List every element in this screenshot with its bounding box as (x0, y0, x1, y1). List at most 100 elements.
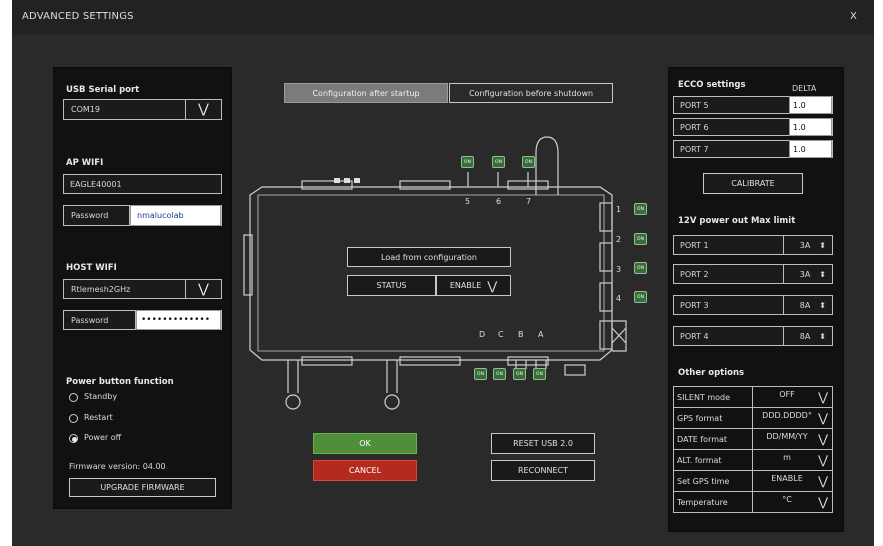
port-a-label: A (538, 330, 544, 339)
ecco-port-5-row: PORT 5 1.0 (673, 96, 833, 114)
port-6-on-button[interactable]: ON (492, 156, 505, 168)
other-option-select[interactable]: m ⋁ (752, 449, 833, 471)
other-option-name: DATE format (673, 428, 753, 450)
spinner-icon: ⬍ (819, 300, 826, 310)
port-b-label: B (518, 330, 524, 339)
power-port-4-value: 8A (799, 331, 811, 341)
radio-power-off-label: Power off (84, 433, 122, 442)
reset-usb-button[interactable]: RESET USB 2.0 (491, 433, 595, 454)
ecco-port-5-input[interactable]: 1.0 (789, 96, 832, 114)
chevron-down-icon: ⋁ (818, 495, 828, 509)
power-port-2-spinner[interactable]: 3A ⬍ (783, 265, 832, 283)
power-port-1-row: PORT 1 3A ⬍ (673, 235, 833, 255)
ok-button[interactable]: OK (313, 433, 417, 454)
host-ssid-select[interactable]: Rtlemesh2GHz ⋁ (63, 279, 222, 299)
ecco-port-5-name: PORT 5 (680, 100, 709, 110)
calibrate-button[interactable]: CALIBRATE (703, 173, 803, 194)
delta-label: DELTA (792, 84, 817, 93)
port-6-label: 6 (496, 197, 502, 206)
port-5-label: 5 (465, 197, 471, 206)
reconnect-button[interactable]: RECONNECT (491, 460, 595, 481)
other-option-name: SILENT mode (673, 386, 753, 408)
other-option-select[interactable]: DDD.DDDD° ⋁ (752, 407, 833, 429)
other-option-select[interactable]: ENABLE ⋁ (752, 470, 833, 492)
upgrade-firmware-button[interactable]: UPGRADE FIRMWARE (69, 478, 216, 497)
power-port-1-value: 3A (799, 240, 811, 250)
status-select[interactable]: ENABLE ⋁ (436, 275, 511, 296)
power-port-3-spinner[interactable]: 8A ⬍ (783, 296, 832, 314)
other-option-name: Temperature (673, 491, 753, 513)
radio-selected-icon (69, 434, 78, 443)
power-button-label: Power button function (66, 377, 174, 387)
port-5-on-button[interactable]: ON (461, 156, 474, 168)
other-options-title: Other options (678, 368, 745, 378)
other-option-row: DATE format DD/MM/YY ⋁ (673, 428, 833, 450)
port-7-on-button[interactable]: ON (522, 156, 535, 168)
other-option-value: ENABLE (771, 474, 803, 483)
port-1-on-button[interactable]: ON (634, 203, 647, 215)
spinner-icon: ⬍ (819, 269, 826, 279)
power-port-4-row: PORT 4 8A ⬍ (673, 326, 833, 346)
cancel-button[interactable]: CANCEL (313, 460, 417, 481)
other-option-row: Set GPS time ENABLE ⋁ (673, 470, 833, 492)
port-2-label: 2 (616, 235, 622, 244)
chevron-down-icon: ⋁ (818, 432, 828, 446)
port-4-on-button[interactable]: ON (634, 291, 647, 303)
port-1-label: 1 (616, 205, 622, 214)
power-port-1-name: PORT 1 (680, 240, 709, 250)
other-option-value: DD/MM/YY (766, 432, 808, 441)
power-out-title: 12V power out Max limit (678, 216, 796, 226)
ecco-port-7-name: PORT 7 (680, 144, 709, 154)
chevron-down-icon: ⋁ (818, 411, 828, 425)
status-value: ENABLE (449, 281, 482, 290)
chevron-down-icon: ⋁ (487, 278, 498, 293)
chevron-down-icon: ⋁ (185, 280, 221, 298)
other-option-select[interactable]: DD/MM/YY ⋁ (752, 428, 833, 450)
ecco-port-7-input[interactable]: 1.0 (789, 140, 832, 158)
port-c-label: C (498, 330, 504, 339)
power-port-3-value: 8A (799, 300, 811, 310)
title-bar (12, 0, 874, 34)
ecco-settings-title: ECCO settings (678, 80, 746, 90)
port-3-on-button[interactable]: ON (634, 262, 647, 274)
power-port-2-value: 3A (799, 269, 811, 279)
radio-icon (69, 393, 78, 402)
port-a-on-button[interactable]: ON (533, 368, 546, 380)
port-4-label: 4 (616, 294, 622, 303)
host-password-input[interactable]: ••••••••••••• (136, 310, 221, 330)
ecco-port-6-input[interactable]: 1.0 (789, 118, 832, 136)
other-option-select[interactable]: °C ⋁ (752, 491, 833, 513)
tab-config-after-startup[interactable]: Configuration after startup (284, 83, 448, 103)
other-option-name: Set GPS time (673, 470, 753, 492)
power-port-3-name: PORT 3 (680, 300, 709, 310)
port-2-on-button[interactable]: ON (634, 233, 647, 245)
antenna-icon (535, 136, 559, 195)
load-from-configuration-button[interactable]: Load from configuration (347, 247, 511, 267)
power-port-2-name: PORT 2 (680, 269, 709, 279)
spinner-icon: ⬍ (819, 331, 826, 341)
spinner-icon: ⬍ (819, 240, 826, 250)
port-c-on-button[interactable]: ON (493, 368, 506, 380)
power-port-1-spinner[interactable]: 3A ⬍ (783, 236, 832, 254)
firmware-version: Firmware version: 04.00 (69, 462, 166, 471)
port-b-on-button[interactable]: ON (513, 368, 526, 380)
radio-standby-label: Standby (84, 392, 118, 401)
power-port-4-spinner[interactable]: 8A ⬍ (783, 327, 832, 345)
ap-ssid-field[interactable]: EAGLE40001 (63, 174, 222, 194)
other-option-row: SILENT mode OFF ⋁ (673, 386, 833, 408)
usb-serial-label: USB Serial port (66, 85, 140, 95)
chevron-down-icon: ⋁ (818, 474, 828, 488)
tab-config-before-shutdown[interactable]: Configuration before shutdown (449, 83, 613, 103)
chevron-down-icon: ⋁ (185, 100, 221, 119)
other-option-select[interactable]: OFF ⋁ (752, 386, 833, 408)
port-d-on-button[interactable]: ON (474, 368, 487, 380)
ap-password-row: Password nmalucolab (63, 205, 222, 226)
close-button[interactable]: X (850, 11, 857, 22)
other-option-row: ALT. format m ⋁ (673, 449, 833, 471)
power-port-4-name: PORT 4 (680, 331, 709, 341)
port-7-label: 7 (526, 197, 532, 206)
radio-icon (69, 414, 78, 423)
ap-password-input[interactable]: nmalucolab (130, 205, 221, 226)
port-d-label: D (479, 330, 486, 339)
usb-port-select[interactable]: COM19 ⋁ (63, 99, 222, 120)
